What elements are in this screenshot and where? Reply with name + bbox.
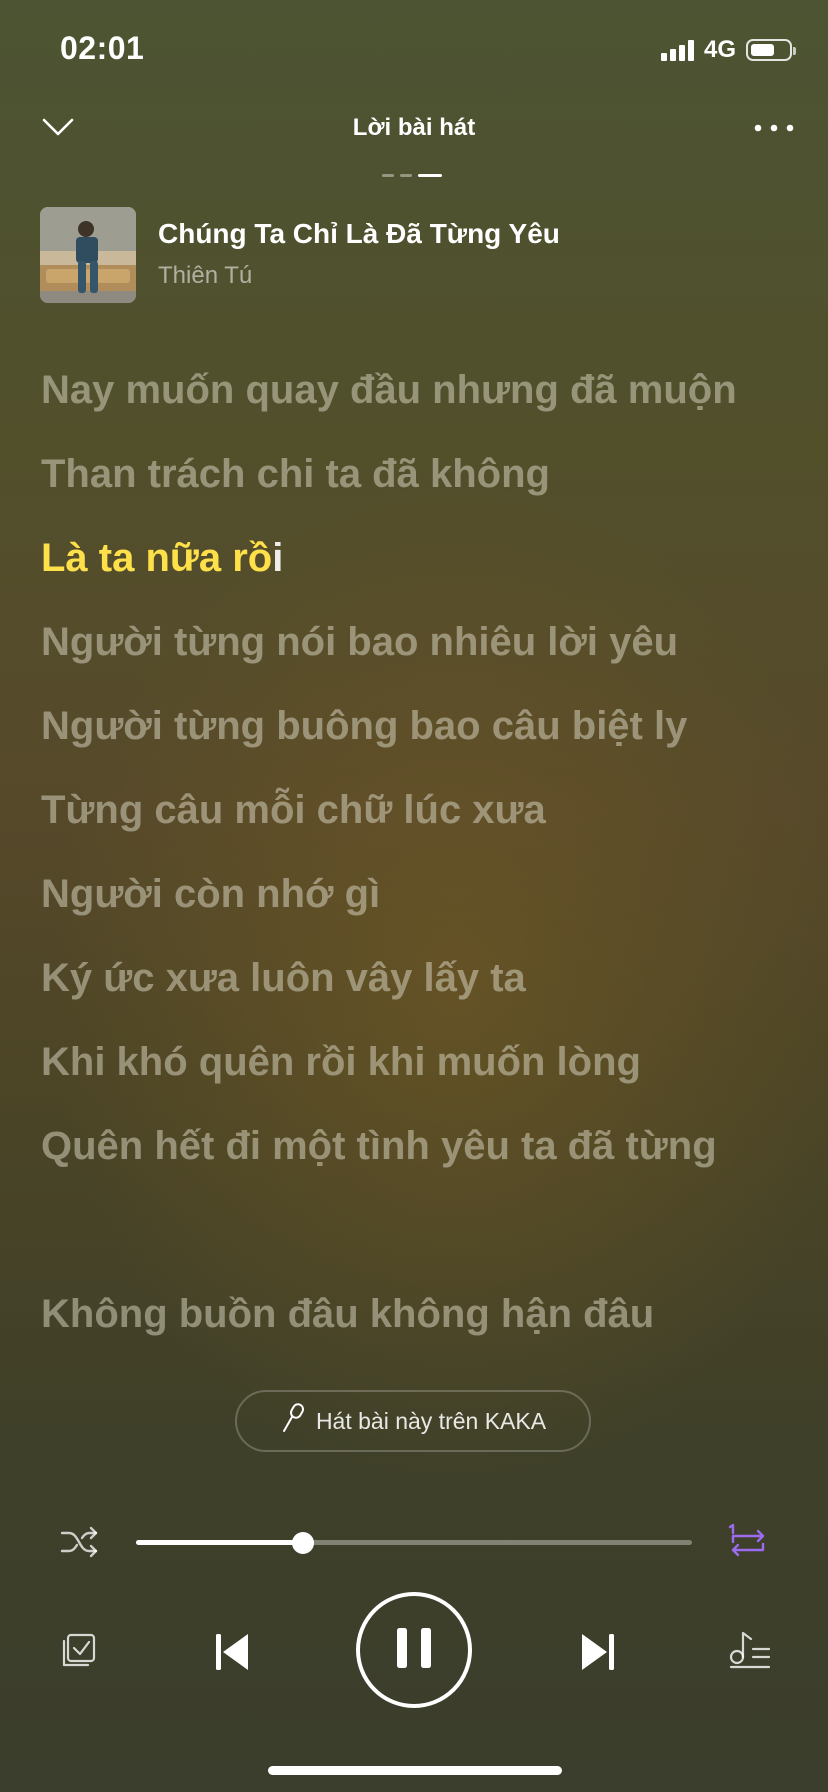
lyric-line[interactable]: Khi khó quên rồi khi muốn lòng — [41, 1040, 641, 1085]
song-artist[interactable]: Thiên Tú — [158, 262, 252, 290]
pause-icon — [394, 1626, 434, 1675]
status-time: 02:01 — [60, 30, 145, 66]
lyric-line[interactable]: Không buồn đâu không hận đâu — [41, 1292, 654, 1337]
battery-icon — [746, 39, 796, 61]
progress-handle[interactable] — [292, 1532, 314, 1554]
lyric-line[interactable]: Người từng buông bao câu biệt ly — [41, 704, 687, 749]
page-title: Lời bài hát — [352, 114, 476, 141]
mic-icon — [280, 1402, 306, 1440]
album-cover[interactable] — [40, 207, 136, 303]
shuffle-icon[interactable] — [56, 1522, 104, 1562]
more-icon[interactable] — [750, 114, 798, 142]
signal-icon — [660, 39, 694, 61]
lyric-sung-part: Là ta nữa rồ — [41, 536, 273, 580]
progress-fill — [136, 1540, 303, 1545]
lyric-line[interactable]: Nay muốn quay đầu nhưng đã muộn — [41, 368, 737, 413]
lyric-line[interactable]: Người từng nói bao nhiêu lời yêu — [41, 620, 678, 665]
add-to-playlist-icon[interactable] — [56, 1628, 102, 1674]
page-indicator — [382, 174, 442, 177]
lyric-line[interactable]: Từng câu mỗi chữ lúc xưa — [41, 788, 546, 833]
lyric-line[interactable]: Người còn nhớ gì — [41, 872, 380, 917]
lyric-line-active[interactable]: Là ta nữa rồi — [41, 536, 283, 581]
lyric-line[interactable]: Than trách chi ta đã không — [41, 452, 550, 497]
next-icon[interactable] — [574, 1628, 622, 1676]
sing-on-kaka-label: Hát bài này trên KAKA — [315, 1407, 547, 1434]
previous-icon[interactable] — [208, 1628, 256, 1676]
lyric-line[interactable]: Quên hết đi một tình yêu ta đã từng — [41, 1124, 717, 1169]
pause-button[interactable] — [356, 1592, 472, 1708]
song-title: Chúng Ta Chỉ Là Đã Từng Yêu — [158, 218, 560, 249]
lyric-line[interactable]: Ký ức xưa luôn vây lấy ta — [41, 956, 526, 1001]
home-indicator — [268, 1766, 562, 1775]
repeat-icon[interactable] — [722, 1520, 774, 1564]
network-type: 4G — [703, 36, 736, 63]
lyric-upcoming-part: i — [272, 536, 284, 580]
status-indicators: 4G — [660, 36, 796, 64]
queue-icon[interactable] — [724, 1626, 776, 1674]
sing-on-kaka-button[interactable]: Hát bài này trên KAKA — [235, 1390, 591, 1452]
